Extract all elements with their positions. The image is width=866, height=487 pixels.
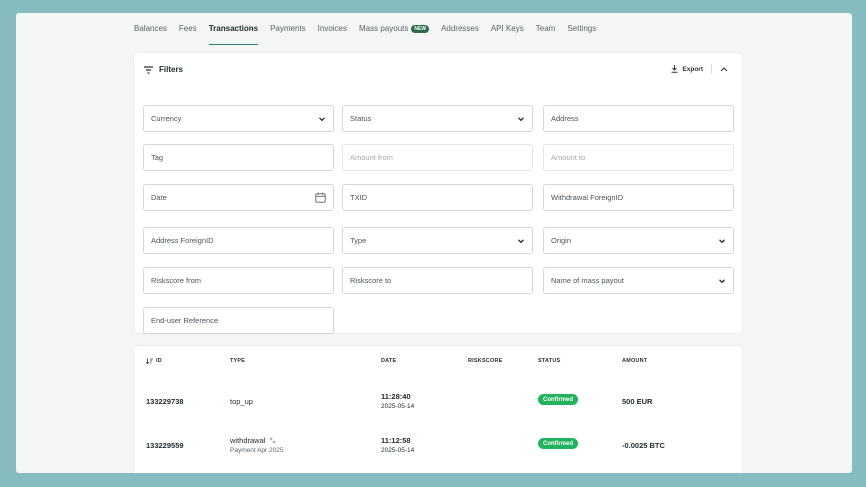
row-id: 133229559	[146, 441, 184, 450]
status-badge: Confirmed	[538, 438, 578, 449]
riskscore-to-input[interactable]: Riskscore to	[342, 267, 533, 294]
column-header-id[interactable]: ID	[146, 358, 162, 364]
riskscore-to-placeholder: Riskscore to	[350, 276, 392, 285]
tab-transactions[interactable]: Transactions	[208, 21, 259, 45]
type-placeholder: Type	[350, 236, 367, 245]
column-header-riskscore: RISKSCORE	[468, 358, 503, 364]
tab-api-keys[interactable]: API Keys	[491, 21, 524, 43]
date-placeholder: Date	[151, 193, 167, 202]
row-type: top_up	[230, 397, 253, 406]
row-date: 2025-05-14	[381, 447, 415, 454]
sort-icon[interactable]	[146, 358, 153, 364]
chevron-up-icon[interactable]	[720, 66, 728, 72]
column-header-amount: AMOUNT	[622, 358, 648, 364]
tab-label: Balances	[134, 24, 167, 33]
status-placeholder: Status	[350, 114, 372, 123]
filter-icon	[144, 65, 153, 74]
export-button[interactable]: Export	[682, 66, 703, 73]
filters-title: Filters	[159, 65, 184, 74]
riskscore-from-input[interactable]: Riskscore from	[143, 267, 334, 294]
txid-input[interactable]: TXID	[342, 184, 533, 211]
row-type-sub: Payment Apr 2025	[230, 447, 284, 454]
tab-label: API Keys	[490, 24, 524, 33]
end-user-reference-placeholder: End-user Reference	[151, 316, 219, 325]
new-badge: NEW	[411, 25, 430, 33]
amount-from-input[interactable]: Amount from	[342, 144, 533, 171]
status-badge: Confirmed	[538, 394, 578, 405]
filters-actions: Export	[671, 64, 728, 74]
riskscore-from-placeholder: Riskscore from	[151, 276, 202, 285]
currency-select[interactable]: Currency	[143, 105, 334, 132]
tab-balances[interactable]: Balances	[134, 21, 167, 43]
row-amount: 500 EUR	[622, 397, 653, 406]
column-header-status: STATUS	[538, 358, 561, 364]
mass-payout-placeholder: Name of mass payout	[551, 276, 624, 285]
chevron-down-icon	[518, 239, 524, 244]
tab-label: Invoices	[317, 24, 348, 33]
calendar-icon[interactable]	[315, 192, 326, 203]
tag-placeholder: Tag	[151, 153, 164, 162]
app-window: Balances Fees Transactions Payments Invo…	[16, 13, 852, 473]
tab-settings[interactable]: Settings	[567, 21, 596, 43]
column-header-label: ID	[156, 358, 162, 364]
filters-panel: Filters Export Currency Status Address T…	[134, 53, 742, 334]
row-id: 133229738	[146, 397, 184, 406]
chevron-down-icon	[719, 239, 725, 244]
tab-label: Payments	[270, 24, 306, 33]
tab-fees[interactable]: Fees	[179, 21, 197, 43]
filters-header[interactable]: Filters	[144, 65, 183, 74]
divider	[711, 64, 712, 74]
origin-select[interactable]: Origin	[543, 227, 734, 254]
tab-label: Mass payouts	[359, 24, 409, 33]
row-date: 2025-05-14	[381, 403, 415, 410]
tab-team[interactable]: Team	[536, 21, 556, 43]
nav-tabs: Balances Fees Transactions Payments Invo…	[134, 21, 608, 45]
row-time: 11:12:58	[381, 436, 411, 445]
chevron-down-icon	[319, 117, 325, 122]
tab-invoices[interactable]: Invoices	[318, 21, 347, 43]
row-time: 11:28:40	[381, 392, 411, 401]
address-foreign-id-placeholder: Address ForeignID	[151, 236, 214, 245]
tag-input[interactable]: Tag	[143, 144, 334, 171]
row-type: withdrawal	[230, 436, 266, 445]
tab-label: Settings	[567, 24, 597, 33]
tab-payments[interactable]: Payments	[270, 21, 306, 43]
withdrawal-foreign-id-placeholder: Withdrawal ForeignID	[551, 193, 624, 202]
end-user-reference-input[interactable]: End-user Reference	[143, 307, 334, 334]
row-amount: -0.0025 BTC	[622, 441, 665, 450]
withdrawal-foreign-id-input[interactable]: Withdrawal ForeignID	[543, 184, 734, 211]
tab-label: Fees	[178, 24, 197, 33]
txid-placeholder: TXID	[350, 193, 368, 202]
address-input[interactable]: Address	[543, 105, 734, 132]
type-select[interactable]: Type	[342, 227, 533, 254]
chevron-down-icon	[719, 279, 725, 284]
tab-label: Team	[535, 24, 556, 33]
amount-to-placeholder: Amount to	[551, 153, 586, 162]
date-picker[interactable]: Date	[143, 184, 334, 211]
download-icon	[671, 65, 678, 73]
transactions-table: ID TYPE DATE RISKSCORE STATUS AMOUNT 133…	[134, 346, 742, 473]
mass-payout-select[interactable]: Name of mass payout	[543, 267, 734, 294]
sparkle-icon	[269, 437, 276, 443]
status-select[interactable]: Status	[342, 105, 533, 132]
column-header-date: DATE	[381, 358, 397, 364]
amount-from-placeholder: Amount from	[350, 153, 393, 162]
address-placeholder: Address	[551, 114, 579, 123]
tab-label: Transactions	[208, 24, 259, 33]
currency-placeholder: Currency	[151, 114, 182, 123]
column-header-type: TYPE	[230, 358, 246, 364]
amount-to-input[interactable]: Amount to	[543, 144, 734, 171]
tab-addresses[interactable]: Addresses	[441, 21, 479, 43]
tab-label: Addresses	[441, 24, 479, 33]
origin-placeholder: Origin	[551, 236, 572, 245]
address-foreign-id-input[interactable]: Address ForeignID	[143, 227, 334, 254]
chevron-down-icon	[518, 117, 524, 122]
row-type-wrap: withdrawal	[230, 436, 276, 445]
tab-mass-payouts[interactable]: Mass payouts NEW	[359, 21, 430, 43]
